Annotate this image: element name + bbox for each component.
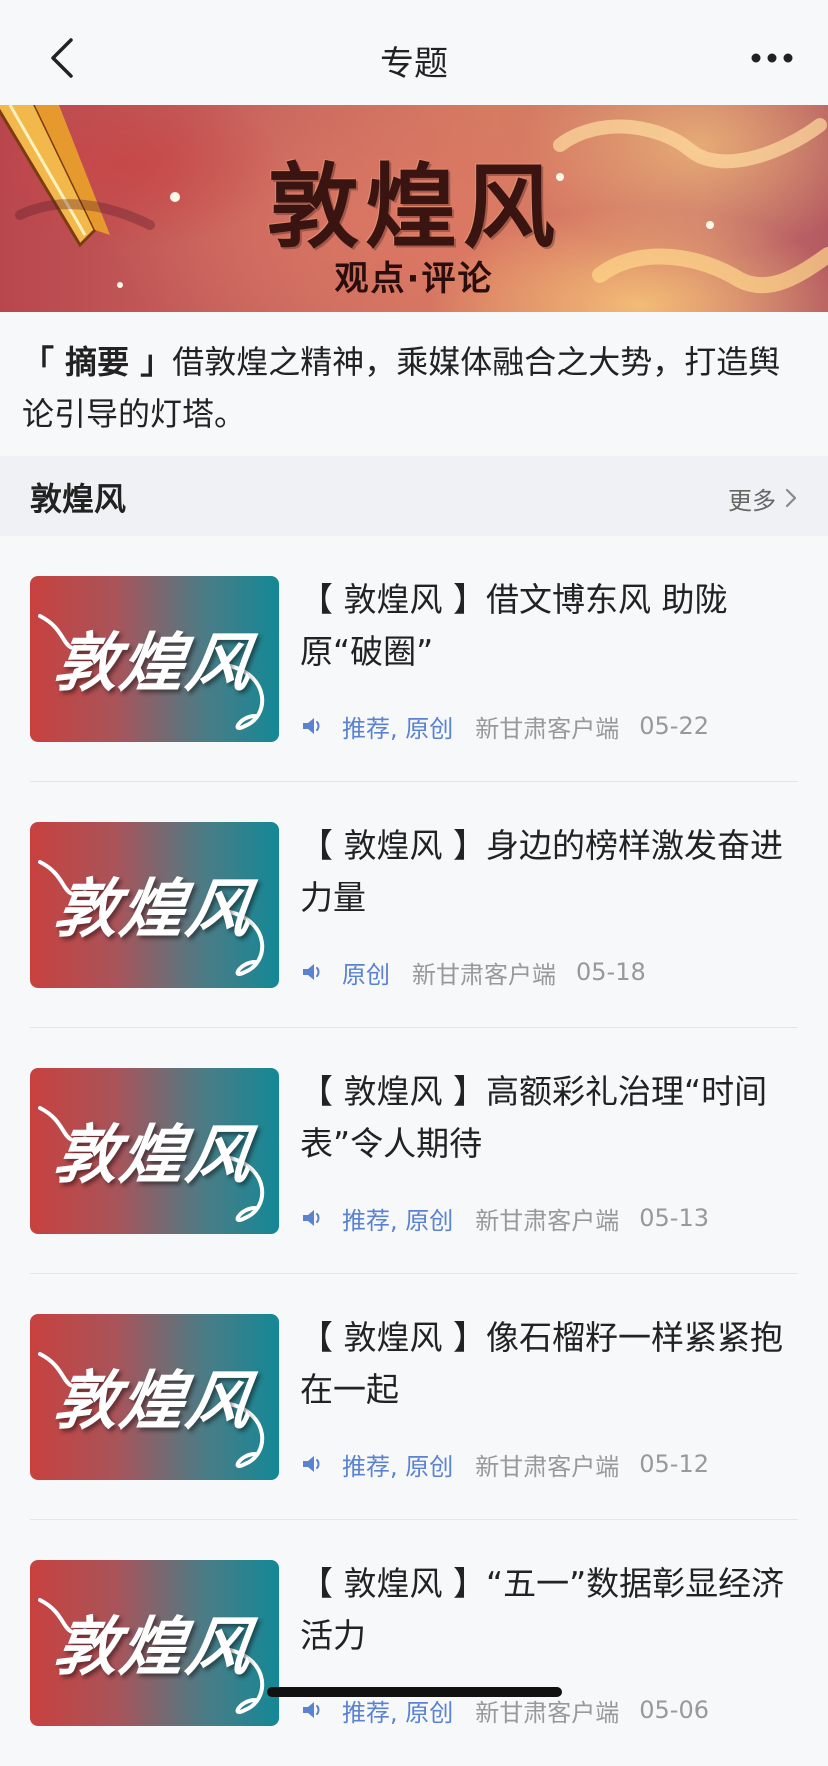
article-list: 敦煌风 【 敦煌风 】借文博东风 助陇原“破圈” 推荐, 原创 新甘肃客户端 0… [0, 536, 828, 1766]
thumbnail-title: 敦煌风 [49, 1610, 258, 1685]
article-meta: 推荐, 原创 新甘肃客户端 05-13 [300, 1200, 709, 1236]
article-tags: 推荐, 原创 [342, 1452, 454, 1481]
article-tags: 推荐, 原创 [342, 1698, 454, 1727]
article-tags: 原创 [342, 960, 390, 989]
article-source: 新甘肃客户端 [475, 714, 620, 743]
list-item[interactable]: 敦煌风 【 敦煌风 】身边的榜样激发奋进力量 原创 新甘肃客户端 05-18 [0, 782, 828, 1028]
thumbnail-title: 敦煌风 [49, 872, 258, 947]
article-source: 新甘肃客户端 [475, 1206, 620, 1235]
page-title: 专题 [380, 44, 448, 84]
article-date: 05-22 [639, 712, 710, 740]
speaker-icon[interactable] [300, 714, 324, 738]
speaker-icon[interactable] [300, 1452, 324, 1476]
article-meta: 推荐, 原创 新甘肃客户端 05-22 [300, 708, 709, 744]
thumbnail-title: 敦煌风 [49, 1118, 258, 1193]
article-tags: 推荐, 原创 [342, 1206, 454, 1235]
article-title[interactable]: 【 敦煌风 】身边的榜样激发奋进力量 [300, 820, 788, 924]
article-tags: 推荐, 原创 [342, 714, 454, 743]
article-source: 新甘肃客户端 [475, 1698, 620, 1727]
speaker-icon[interactable] [300, 1698, 324, 1722]
article-thumbnail: 敦煌风 [30, 1068, 279, 1234]
article-date: 05-06 [639, 1696, 710, 1724]
list-item[interactable]: 敦煌风 【 敦煌风 】像石榴籽一样紧紧抱在一起 推荐, 原创 新甘肃客户端 05… [0, 1274, 828, 1520]
home-indicator[interactable] [267, 1687, 562, 1697]
article-title[interactable]: 【 敦煌风 】高额彩礼治理“时间表”令人期待 [300, 1066, 788, 1170]
article-date: 05-12 [639, 1450, 710, 1478]
article-meta: 原创 新甘肃客户端 05-18 [300, 954, 646, 990]
thumbnail-title: 敦煌风 [49, 1364, 258, 1439]
section-title: 敦煌风 [30, 480, 127, 518]
chevron-right-icon [785, 488, 797, 508]
article-thumbnail: 敦煌风 [30, 576, 279, 742]
more-dots-icon [751, 53, 793, 63]
top-nav-bar: 专题 [0, 0, 828, 105]
list-item[interactable]: 敦煌风 【 敦煌风 】“五一”数据彰显经济活力 推荐, 原创 新甘肃客户端 05… [0, 1520, 828, 1766]
summary-tag: 「 摘要 」 [22, 343, 173, 381]
article-thumbnail: 敦煌风 [30, 822, 279, 988]
article-source: 新甘肃客户端 [475, 1452, 620, 1481]
article-meta: 推荐, 原创 新甘肃客户端 05-12 [300, 1446, 709, 1482]
speaker-icon[interactable] [300, 1206, 324, 1230]
banner-subtitle: 观点·评论 [334, 259, 494, 299]
article-thumbnail: 敦煌风 [30, 1314, 279, 1480]
article-date: 05-13 [639, 1204, 710, 1232]
article-meta: 推荐, 原创 新甘肃客户端 05-06 [300, 1692, 709, 1728]
thumbnail-title: 敦煌风 [49, 626, 258, 701]
section-header: 敦煌风 更多 [0, 456, 828, 536]
article-date: 05-18 [576, 958, 646, 986]
list-item[interactable]: 敦煌风 【 敦煌风 】借文博东风 助陇原“破圈” 推荐, 原创 新甘肃客户端 0… [0, 536, 828, 782]
article-title[interactable]: 【 敦煌风 】像石榴籽一样紧紧抱在一起 [300, 1312, 788, 1416]
topic-summary: 「 摘要 」借敦煌之精神，乘媒体融合之大势，打造舆论引导的灯塔。 [0, 312, 828, 456]
more-link[interactable]: 更多 [728, 478, 798, 518]
article-title[interactable]: 【 敦煌风 】借文博东风 助陇原“破圈” [300, 574, 788, 678]
speaker-icon[interactable] [300, 960, 324, 984]
banner-title: 敦煌风 [266, 153, 561, 261]
more-label: 更多 [728, 486, 776, 515]
more-options-button[interactable] [740, 32, 804, 84]
article-title[interactable]: 【 敦煌风 】“五一”数据彰显经济活力 [300, 1558, 788, 1662]
article-thumbnail: 敦煌风 [30, 1560, 279, 1726]
topic-banner: 敦煌风 观点·评论 [0, 105, 828, 312]
list-item[interactable]: 敦煌风 【 敦煌风 】高额彩礼治理“时间表”令人期待 推荐, 原创 新甘肃客户端… [0, 1028, 828, 1274]
article-source: 新甘肃客户端 [412, 960, 556, 989]
